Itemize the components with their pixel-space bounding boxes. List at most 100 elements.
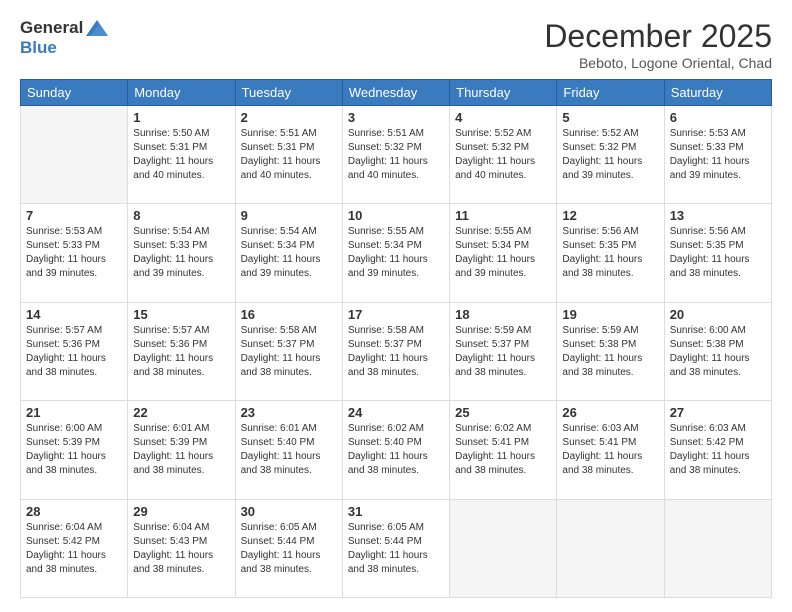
sunset: Sunset: 5:40 PM [241,437,315,448]
sunset: Sunset: 5:33 PM [133,240,207,251]
day-info: Sunrise: 5:53 AMSunset: 5:33 PMDaylight:… [670,127,766,183]
day-info: Sunrise: 5:59 AMSunset: 5:37 PMDaylight:… [455,324,551,380]
calendar-cell: 4Sunrise: 5:52 AMSunset: 5:32 PMDaylight… [450,106,557,204]
day-info: Sunrise: 6:05 AMSunset: 5:44 PMDaylight:… [241,521,337,577]
daylight: Daylight: 11 hours and 38 minutes. [348,451,428,476]
day-info: Sunrise: 6:00 AMSunset: 5:39 PMDaylight:… [26,422,122,478]
sunrise: Sunrise: 6:00 AM [670,325,746,336]
location: Beboto, Logone Oriental, Chad [544,55,772,71]
sunrise: Sunrise: 6:02 AM [348,423,424,434]
day-number: 20 [670,307,766,322]
sunrise: Sunrise: 5:52 AM [455,128,531,139]
day-info: Sunrise: 5:56 AMSunset: 5:35 PMDaylight:… [670,225,766,281]
daylight: Daylight: 11 hours and 38 minutes. [133,451,213,476]
sunset: Sunset: 5:32 PM [455,142,529,153]
sunrise: Sunrise: 5:50 AM [133,128,209,139]
col-saturday: Saturday [664,80,771,106]
daylight: Daylight: 11 hours and 40 minutes. [348,156,428,181]
day-info: Sunrise: 6:03 AMSunset: 5:41 PMDaylight:… [562,422,658,478]
sunset: Sunset: 5:33 PM [26,240,100,251]
sunset: Sunset: 5:41 PM [455,437,529,448]
sunrise: Sunrise: 6:01 AM [241,423,317,434]
calendar-cell: 13Sunrise: 5:56 AMSunset: 5:35 PMDayligh… [664,204,771,302]
sunset: Sunset: 5:37 PM [241,339,315,350]
calendar-cell: 10Sunrise: 5:55 AMSunset: 5:34 PMDayligh… [342,204,449,302]
sunset: Sunset: 5:32 PM [562,142,636,153]
sunset: Sunset: 5:31 PM [133,142,207,153]
sunrise: Sunrise: 6:00 AM [26,423,102,434]
calendar-cell: 8Sunrise: 5:54 AMSunset: 5:33 PMDaylight… [128,204,235,302]
day-info: Sunrise: 5:58 AMSunset: 5:37 PMDaylight:… [348,324,444,380]
daylight: Daylight: 11 hours and 38 minutes. [26,353,106,378]
calendar-cell [450,499,557,597]
daylight: Daylight: 11 hours and 38 minutes. [670,254,750,279]
day-number: 17 [348,307,444,322]
month-title: December 2025 [544,18,772,55]
sunset: Sunset: 5:36 PM [26,339,100,350]
calendar-cell [21,106,128,204]
day-number: 1 [133,110,229,125]
sunrise: Sunrise: 5:58 AM [241,325,317,336]
sunrise: Sunrise: 5:53 AM [26,226,102,237]
calendar-cell: 15Sunrise: 5:57 AMSunset: 5:36 PMDayligh… [128,302,235,400]
page: General Blue December 2025 Beboto, Logon… [0,0,792,612]
calendar-cell: 9 Sunrise: 5:54 AMSunset: 5:34 PMDaylight… [235,204,342,302]
day-info: Sunrise: 6:01 AMSunset: 5:39 PMDaylight:… [133,422,229,478]
daylight: Daylight: 11 hours and 38 minutes. [241,353,321,378]
day-info: Sunrise: 5:54 AMSunset: 5:33 PMDaylight:… [133,225,229,281]
day-number: 23 [241,405,337,420]
daylight: Daylight: 11 hours and 38 minutes. [562,254,642,279]
calendar-cell: 6Sunrise: 5:53 AMSunset: 5:33 PMDaylight… [664,106,771,204]
day-info: Sunrise: 5:58 AM Sunset: 5:37 PM Daylight:… [241,324,337,380]
calendar-cell: 28Sunrise: 6:04 AMSunset: 5:42 PMDayligh… [21,499,128,597]
header-row: Sunday Monday Tuesday Wednesday Thursday… [21,80,772,106]
sunset: Sunset: 5:42 PM [670,437,744,448]
sunset: Sunset: 5:33 PM [670,142,744,153]
calendar-cell: 19Sunrise: 5:59 AMSunset: 5:38 PMDayligh… [557,302,664,400]
col-tuesday: Tuesday [235,80,342,106]
sunrise: Sunrise: 6:03 AM [670,423,746,434]
calendar-cell: 7Sunrise: 5:53 AMSunset: 5:33 PMDaylight… [21,204,128,302]
sunrise: Sunrise: 5:54 AM [241,226,317,237]
day-number: 9 [241,208,337,223]
daylight: Daylight: 11 hours and 38 minutes. [241,550,321,575]
sunrise: Sunrise: 5:57 AM [26,325,102,336]
sunrise: Sunrise: 5:51 AM [348,128,424,139]
daylight: Daylight: 11 hours and 38 minutes. [670,353,750,378]
day-info: Sunrise: 5:57 AM Sunset: 5:36 PM Daylight:… [26,324,122,380]
calendar-cell: 20Sunrise: 6:00 AMSunset: 5:38 PMDayligh… [664,302,771,400]
calendar-table: Sunday Monday Tuesday Wednesday Thursday… [20,79,772,598]
daylight: Daylight: 11 hours and 39 minutes. [133,254,213,279]
sunrise: Sunrise: 5:51 AM [241,128,317,139]
day-number: 24 [348,405,444,420]
daylight: Daylight: 11 hours and 39 minutes. [455,254,535,279]
calendar-cell: 2Sunrise: 5:51 AMSunset: 5:31 PMDaylight… [235,106,342,204]
day-info: Sunrise: 6:05 AMSunset: 5:44 PMDaylight:… [348,521,444,577]
daylight: Daylight: 11 hours and 38 minutes. [133,550,213,575]
daylight: Daylight: 11 hours and 38 minutes. [455,451,535,476]
day-info: Sunrise: 5:51 AMSunset: 5:31 PMDaylight:… [241,127,337,183]
calendar-cell: 18Sunrise: 5:59 AMSunset: 5:37 PMDayligh… [450,302,557,400]
calendar-week-3: 14Sunrise: 5:57 AMSunset: 5:36 PMDayligh… [21,302,772,400]
day-info: Sunrise: 5:54 AMSunset: 5:34 PMDaylight:… [241,225,337,281]
sunset: Sunset: 5:43 PM [133,536,207,547]
day-info: Sunrise: 5:59 AMSunset: 5:38 PMDaylight:… [562,324,658,380]
sunrise: Sunrise: 5:55 AM [348,226,424,237]
day-number: 22 [133,405,229,420]
calendar-week-5: 28Sunrise: 6:04 AMSunset: 5:42 PMDayligh… [21,499,772,597]
sunset: Sunset: 5:36 PM [133,339,207,350]
sunrise: Sunrise: 6:04 AM [26,522,102,533]
sunrise: Sunrise: 6:01 AM [133,423,209,434]
daylight: Daylight: 11 hours and 38 minutes. [455,353,535,378]
calendar-cell: 29Sunrise: 6:04 AMSunset: 5:43 PMDayligh… [128,499,235,597]
daylight: Daylight: 11 hours and 38 minutes. [670,451,750,476]
sunrise: Sunrise: 5:56 AM [562,226,638,237]
sunset: Sunset: 5:41 PM [562,437,636,448]
calendar-cell: 23Sunrise: 6:01 AMSunset: 5:40 PMDayligh… [235,401,342,499]
sunrise: Sunrise: 6:05 AM [348,522,424,533]
sunset: Sunset: 5:40 PM [348,437,422,448]
col-sunday: Sunday [21,80,128,106]
daylight: Daylight: 11 hours and 38 minutes. [562,451,642,476]
daylight: Daylight: 11 hours and 39 minutes. [670,156,750,181]
calendar-cell [557,499,664,597]
